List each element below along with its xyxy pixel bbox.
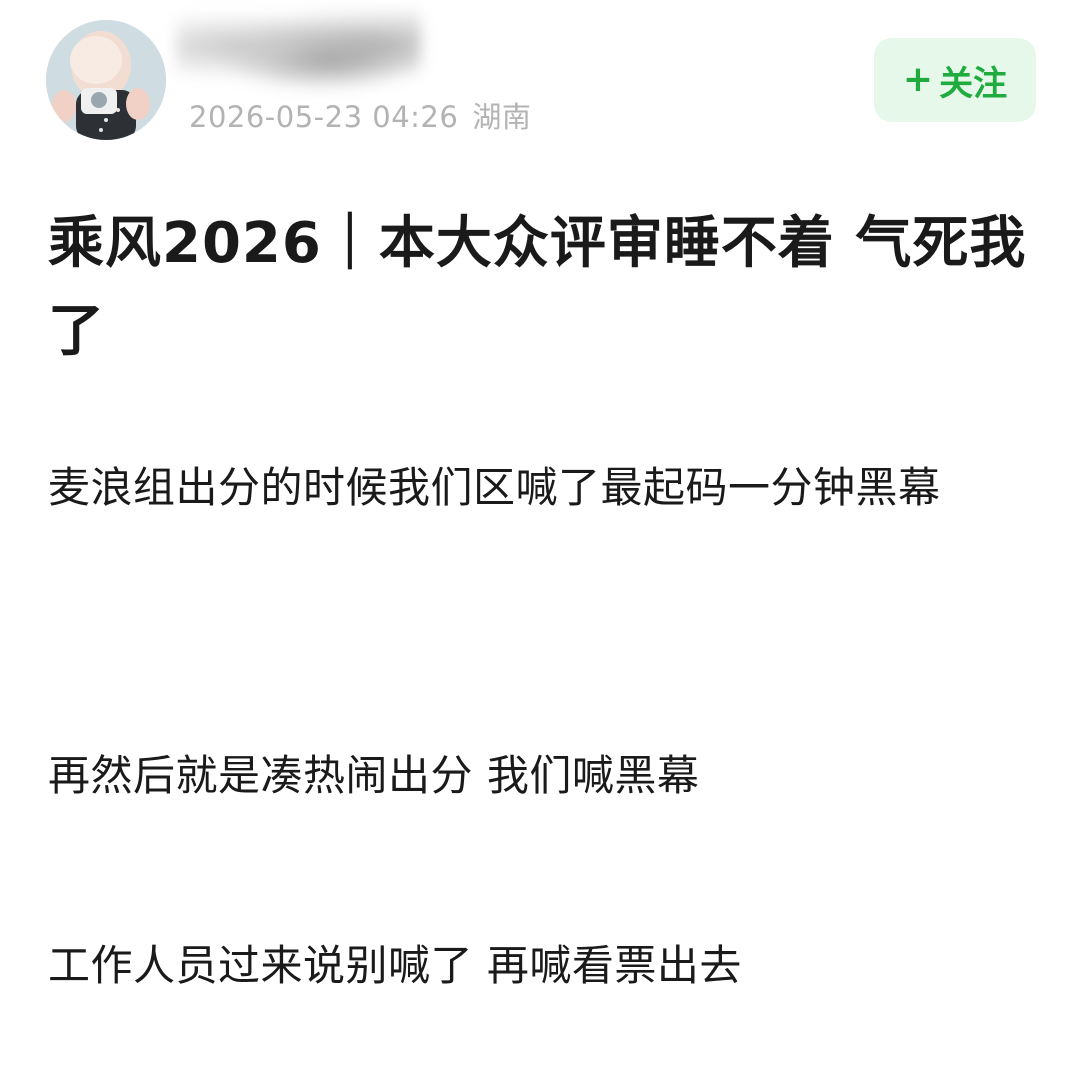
author-name-redacted	[176, 10, 421, 90]
post-paragraph: 工作人员过来说别喊了 再喊看票出去	[48, 941, 742, 990]
follow-label: 关注	[939, 63, 1008, 104]
post-paragraph: 麦浪组出分的时候我们区喊了最起码一分钟黑幕	[48, 463, 941, 512]
avatar[interactable]	[46, 20, 166, 140]
avatar-photo-icon	[46, 20, 166, 140]
follow-button[interactable]: + 关注	[874, 38, 1036, 122]
plus-icon: +	[902, 59, 934, 100]
post-timestamp: 2026-05-23 04:26	[189, 100, 459, 134]
post-paragraph: 再然后就是凑热闹出分 我们喊黑幕	[48, 751, 700, 800]
post-location: 湖南	[472, 100, 532, 134]
post-author-header: 2026-05-23 04:26 湖南 + 关注	[46, 10, 1036, 140]
post-meta: 2026-05-23 04:26 湖南	[189, 94, 531, 136]
post-title: 乘风2026｜本大众评审睡不着 气死我了	[48, 211, 1027, 364]
